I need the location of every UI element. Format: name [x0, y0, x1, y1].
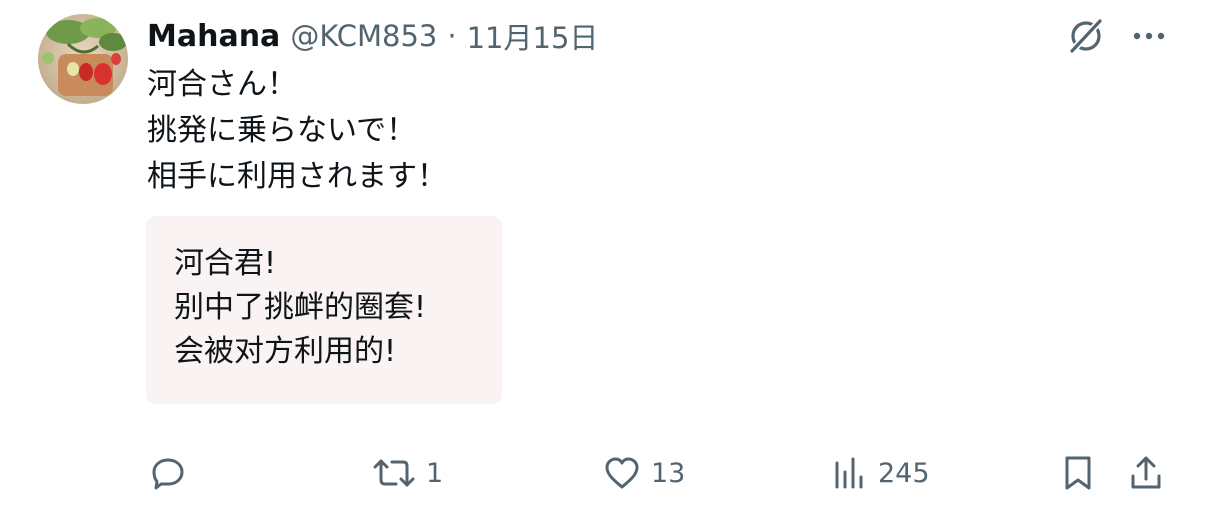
more-icon — [1133, 32, 1165, 40]
tweet-date[interactable]: 11月15日 — [467, 15, 599, 57]
grok-button[interactable] — [1066, 16, 1106, 56]
heart-icon — [605, 457, 639, 489]
reply-button[interactable] — [150, 448, 186, 498]
like-count: 13 — [651, 457, 686, 489]
reply-icon — [152, 458, 184, 490]
grok-icon — [1068, 17, 1104, 55]
retweet-count: 1 — [426, 457, 444, 489]
separator: · — [447, 19, 457, 53]
views-chart-icon — [835, 457, 863, 489]
more-button[interactable] — [1132, 31, 1166, 41]
avatar[interactable] — [38, 14, 128, 104]
tweet-text-line: 相手に利用されます！ — [147, 159, 447, 194]
action-bar: 1 13 245 — [0, 448, 1206, 498]
tweet-text-line: 挑発に乗らないで！ — [147, 113, 417, 148]
user-handle[interactable]: @KCM853 — [290, 19, 437, 53]
translation-line: 河合君! — [174, 246, 277, 281]
like-button[interactable]: 13 — [603, 448, 685, 498]
tweet: Mahana @KCM853 · 11月15日 河合さん！ 挑発に乗らないで！ … — [0, 0, 1206, 512]
translation-card[interactable]: 河合君! 别中了挑衅的圈套! 会被对方利用的! — [146, 216, 502, 404]
views-count: 245 — [878, 457, 930, 489]
share-button[interactable] — [1128, 448, 1164, 498]
bookmark-button[interactable] — [1062, 448, 1094, 498]
display-name[interactable]: Mahana — [147, 19, 280, 54]
translation-line: 别中了挑衅的圈套! — [174, 290, 427, 325]
retweet-icon — [373, 459, 415, 487]
tweet-header: Mahana @KCM853 · 11月15日 — [147, 14, 598, 58]
translation-line: 会被对方利用的! — [174, 334, 397, 369]
tweet-text-line: 河合さん！ — [147, 67, 297, 102]
bookmark-icon — [1065, 456, 1091, 490]
strawberry-photo-avatar-icon — [38, 14, 128, 104]
share-icon — [1131, 456, 1161, 489]
views-button[interactable]: 245 — [832, 448, 930, 498]
retweet-button[interactable]: 1 — [372, 448, 443, 498]
tweet-text: 河合さん！ 挑発に乗らないで！ 相手に利用されます！ — [147, 62, 1127, 200]
header-actions — [1066, 16, 1166, 56]
